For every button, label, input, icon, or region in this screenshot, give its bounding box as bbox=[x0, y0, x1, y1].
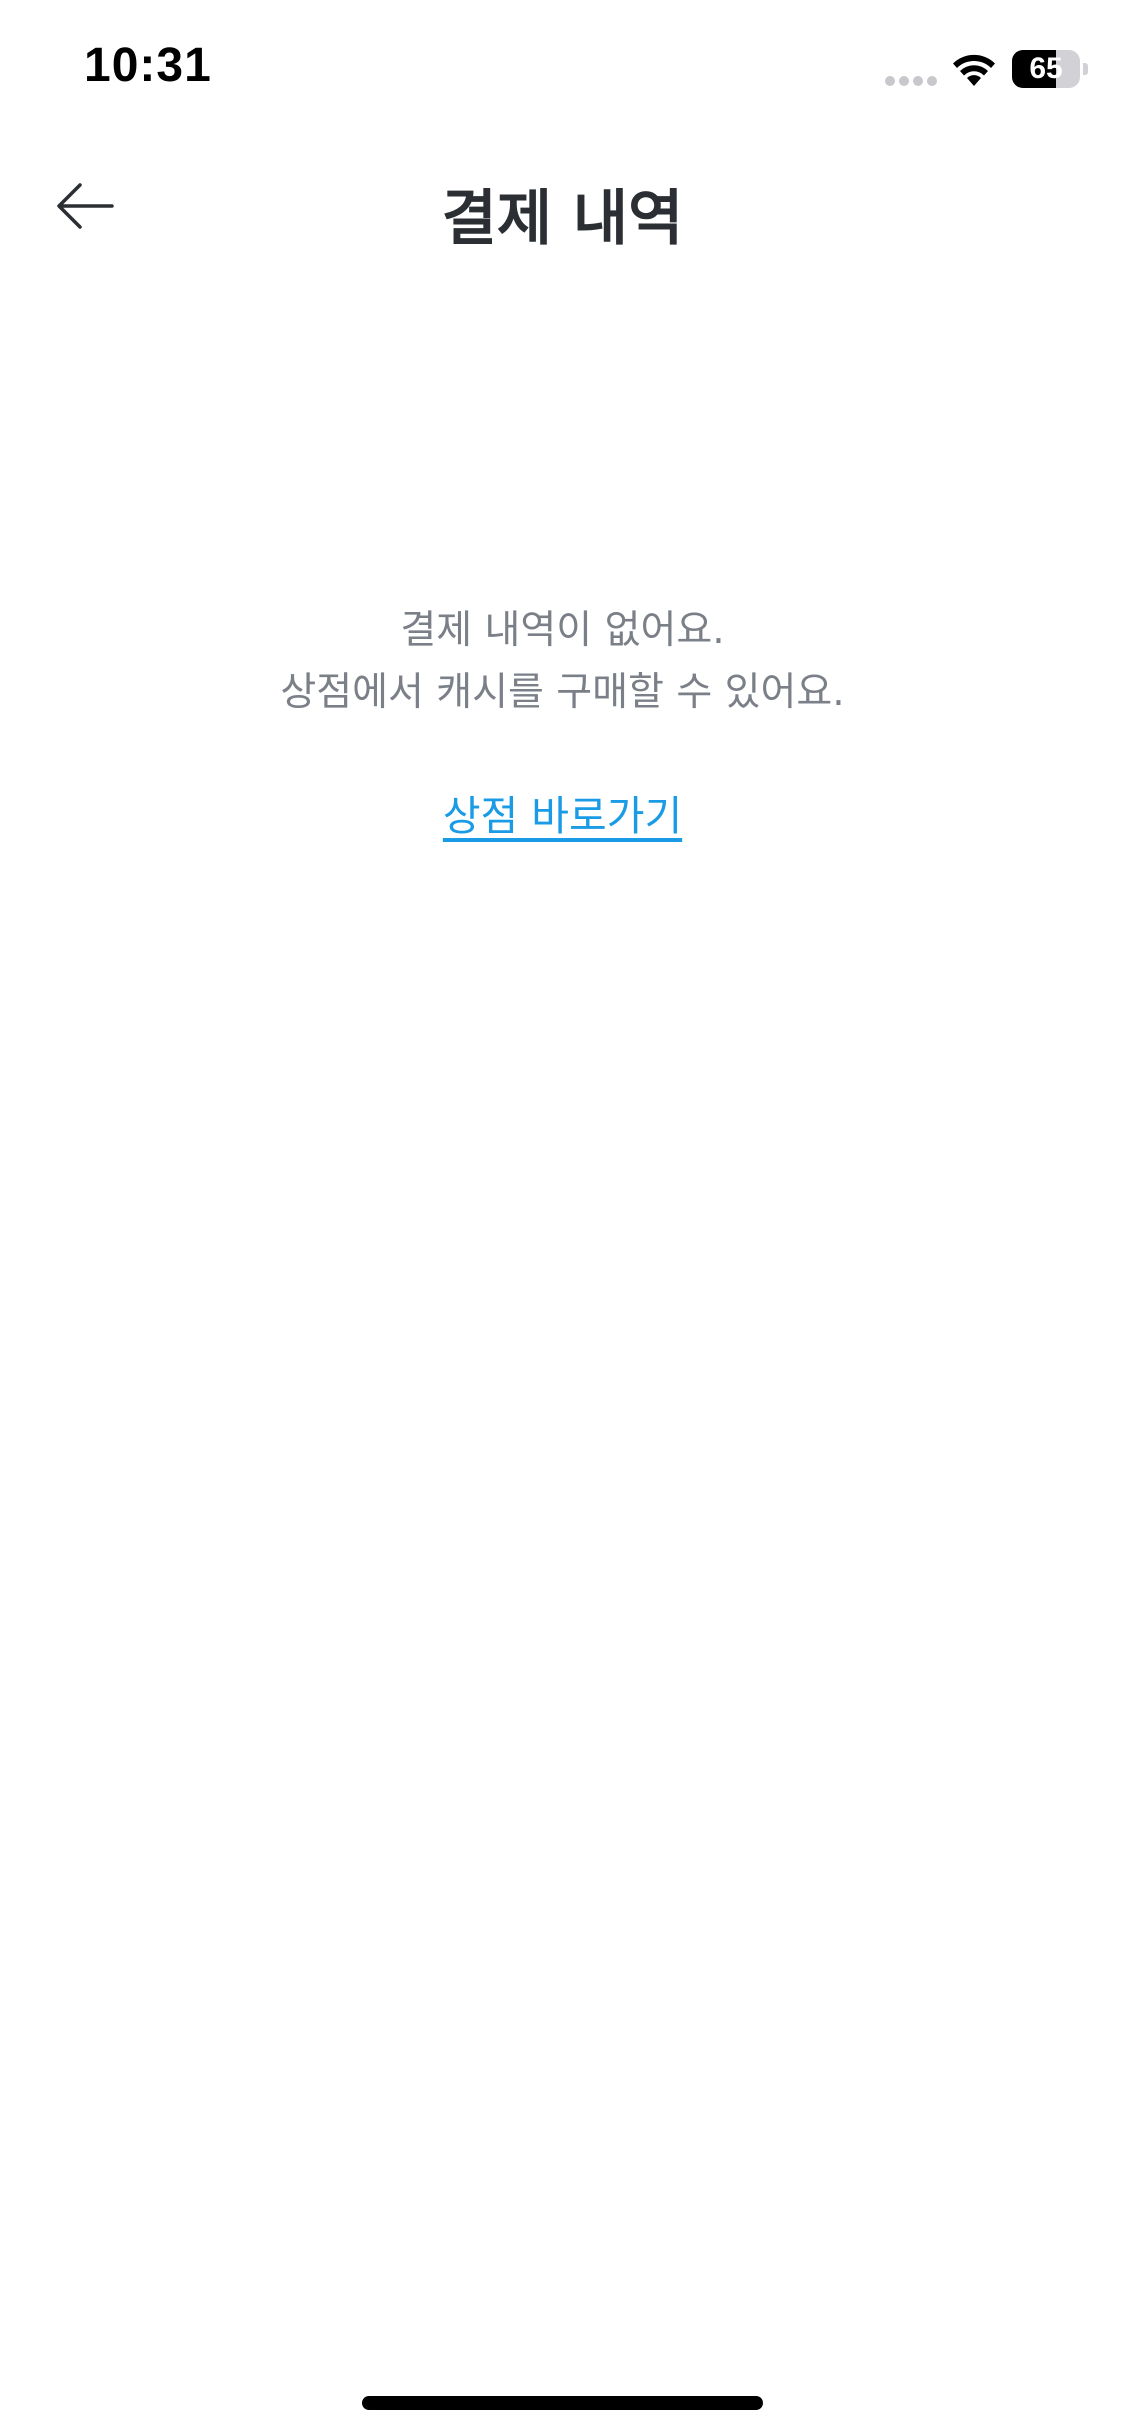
status-bar: 10:31 65 bbox=[0, 0, 1125, 140]
home-indicator bbox=[362, 2396, 763, 2410]
cellular-signal-icon bbox=[885, 76, 939, 86]
empty-state: 결제 내역이 없어요. 상점에서 캐시를 구매할 수 있어요. 상점 바로가기 bbox=[0, 600, 1125, 842]
battery-icon: 65 bbox=[1012, 50, 1088, 88]
wifi-icon bbox=[953, 54, 995, 86]
battery-level: 65 bbox=[1029, 52, 1063, 85]
empty-message: 결제 내역이 없어요. bbox=[400, 608, 725, 653]
status-time: 10:31 bbox=[84, 39, 212, 92]
page-title: 결제 내역 bbox=[441, 184, 684, 254]
nav-bar: 결제 내역 bbox=[0, 140, 1125, 270]
go-to-shop-link[interactable]: 상점 바로가기 bbox=[443, 782, 682, 842]
empty-hint: 상점에서 캐시를 구매할 수 있어요. bbox=[280, 670, 845, 715]
